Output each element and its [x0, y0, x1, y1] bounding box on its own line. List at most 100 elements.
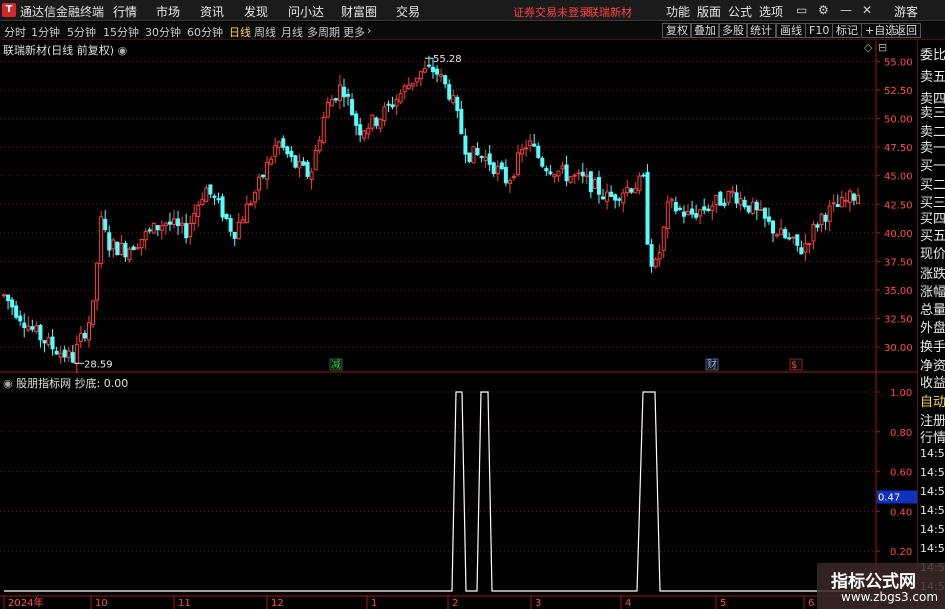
candle-up	[568, 176, 573, 183]
candle-up	[552, 174, 557, 178]
candle-down	[681, 211, 686, 217]
candle-up	[803, 243, 808, 253]
candle-up	[248, 203, 253, 206]
sidebar-item: 委比	[920, 48, 945, 63]
indicator-tick-label: 0.20	[890, 547, 912, 558]
sidebar-item: 涨跌	[920, 267, 945, 282]
candle-up	[200, 199, 205, 205]
candle-down	[281, 138, 286, 148]
candle-down	[107, 232, 112, 251]
candle-up	[26, 325, 31, 331]
candle-down	[358, 124, 363, 136]
candle-down	[823, 214, 828, 222]
candle-down	[617, 198, 622, 201]
candle-up	[410, 82, 415, 87]
sidebar-item: 卖三	[920, 106, 945, 121]
candle-up	[633, 187, 638, 194]
candle-up	[856, 194, 860, 205]
candle-up	[847, 190, 852, 203]
sidebar-time: 14:56	[920, 542, 945, 555]
candle-up	[382, 106, 387, 122]
candle-down	[6, 294, 11, 302]
candle-down	[503, 166, 508, 184]
candle-down	[641, 174, 646, 177]
candle-up	[321, 117, 326, 143]
candle-down	[431, 66, 436, 73]
max-price-label: 55.28	[433, 54, 462, 65]
watermark-title: 指标公式网	[831, 572, 916, 592]
candle-down	[487, 153, 492, 165]
candle-down	[354, 113, 359, 126]
sidebar-item: 行情	[920, 431, 945, 446]
candle-up	[516, 152, 521, 175]
candle-down	[613, 194, 618, 201]
x-tick-label: 12	[271, 598, 284, 609]
candle-down	[746, 205, 751, 213]
candle-down	[301, 161, 306, 166]
candle-down	[18, 315, 23, 322]
candle-up	[273, 145, 278, 157]
sidebar-item: 买二	[920, 178, 945, 193]
sidebar-time: 14:56	[920, 523, 945, 536]
candle-up	[269, 158, 274, 165]
candle-up	[592, 178, 597, 189]
candle-down	[706, 208, 711, 211]
candle-up	[791, 236, 796, 239]
price-tick-label: 55.00	[884, 57, 913, 68]
candle-up	[143, 230, 148, 241]
candle-down	[459, 108, 464, 135]
candle-up	[758, 209, 763, 212]
candle-up	[2, 294, 6, 297]
candle-up	[738, 198, 743, 206]
kline-chart[interactable]: 55.00 52.50 50.00 47.50 45.00 42.50 40.00 37.50…	[0, 0, 917, 609]
candle-up	[192, 212, 197, 224]
candle-down	[131, 246, 136, 251]
candle-down	[346, 93, 351, 97]
candle-down	[216, 198, 221, 201]
candle-down	[30, 326, 35, 330]
candle-down	[390, 104, 395, 108]
sidebar-item: 现价	[920, 247, 945, 262]
candle-up	[111, 239, 116, 250]
candle-up	[86, 322, 91, 341]
candle-down	[771, 220, 776, 234]
min-price-label: 28.59	[84, 359, 113, 370]
sidebar-item: 总量	[920, 303, 945, 318]
candle-up	[135, 247, 140, 250]
price-tick-label: 50.00	[884, 115, 913, 126]
candle-up	[657, 251, 662, 260]
sidebar-item: 卖五	[920, 70, 945, 85]
candle-up	[402, 85, 407, 93]
candle-down	[762, 207, 767, 219]
candle-down	[10, 299, 15, 308]
candle-up	[313, 149, 318, 171]
candle-up	[139, 238, 144, 249]
candle-up	[637, 175, 642, 191]
event-marker-text: 减	[331, 359, 341, 371]
candle-down	[341, 86, 346, 98]
candle-up	[730, 190, 735, 194]
candle-down	[596, 177, 601, 195]
candle-up	[325, 101, 330, 118]
indicator-tick-label: 0.60	[890, 468, 912, 479]
candle-down	[649, 244, 654, 267]
candle-up	[366, 127, 371, 135]
x-tick-label: 11	[178, 598, 191, 609]
sidebar-item: 涨幅	[920, 285, 945, 300]
candle-down	[155, 225, 160, 231]
candle-down	[350, 99, 355, 116]
candle-up	[560, 165, 565, 170]
candle-down	[167, 221, 172, 225]
candle-up	[520, 148, 525, 155]
sidebar-item: 买一	[920, 159, 945, 174]
candle-up	[329, 98, 334, 107]
candle-up	[495, 165, 500, 174]
candle-up	[252, 192, 257, 203]
candle-down	[673, 201, 678, 212]
sidebar-item: 卖一	[920, 141, 945, 156]
candle-down	[491, 162, 496, 175]
candle-down	[499, 162, 504, 170]
candle-down	[694, 213, 699, 218]
candle-down	[212, 195, 217, 198]
candle-up	[163, 222, 168, 227]
